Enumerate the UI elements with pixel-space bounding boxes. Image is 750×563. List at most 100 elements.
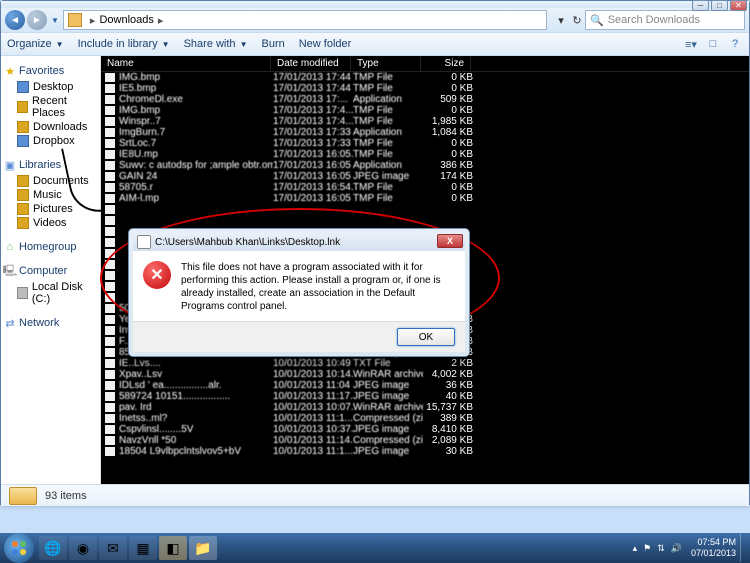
file-row[interactable]: IDLsd ' ea................alr.10/01/2013… bbox=[101, 380, 749, 391]
file-row[interactable]: IE..Lvs....10/01/2013 10:49TXT File2 KB bbox=[101, 358, 749, 369]
sidebar-item-videos[interactable]: Videos bbox=[3, 216, 98, 230]
file-date: 10/01/2013 10:49 bbox=[273, 358, 353, 369]
file-name: ImgBurn.7 bbox=[119, 127, 273, 138]
file-row[interactable] bbox=[101, 215, 749, 226]
file-row[interactable]: ImgBurn.717/01/2013 17:33Application1,08… bbox=[101, 127, 749, 138]
col-name[interactable]: Name bbox=[101, 56, 271, 71]
sidebar-homegroup-header[interactable]: ⌂Homegroup bbox=[3, 240, 98, 254]
dialog-titlebar[interactable]: C:\Users\Mahbub Khan\Links\Desktop.lnk X bbox=[133, 233, 465, 251]
system-tray[interactable]: ▴ ⚑ ⇅ 🔊 07:54 PM 07/01/2013 bbox=[630, 534, 746, 562]
file-row[interactable] bbox=[101, 204, 749, 215]
back-button[interactable]: ◄ bbox=[5, 10, 25, 30]
organize-button[interactable]: Organize▼ bbox=[7, 38, 64, 50]
dialog-message: This file does not have a program associ… bbox=[181, 261, 455, 313]
file-row[interactable]: Cspvlinsl........5V10/01/2013 10:37...JP… bbox=[101, 424, 749, 435]
file-row[interactable]: SrtLoc.717/01/2013 17:33TMP File0 KB bbox=[101, 138, 749, 149]
file-type: TMP File bbox=[353, 138, 423, 149]
status-bar: 93 items bbox=[1, 484, 749, 506]
sidebar-favorites-header[interactable]: ★Favorites bbox=[3, 64, 98, 78]
breadcrumb-chevron[interactable]: ▸ bbox=[158, 14, 164, 27]
forward-button[interactable]: ► bbox=[27, 10, 47, 30]
col-type[interactable]: Type bbox=[351, 56, 421, 71]
view-options-button[interactable]: ≡▾ bbox=[683, 36, 699, 52]
folder-icon bbox=[68, 13, 82, 27]
show-desktop-button[interactable] bbox=[740, 534, 746, 562]
help-button[interactable]: ? bbox=[727, 36, 743, 52]
history-dropdown[interactable]: ▼ bbox=[51, 16, 59, 25]
file-row[interactable]: 589724 10151.................10/01/2013 … bbox=[101, 391, 749, 402]
sidebar-network-header[interactable]: ⇄Network bbox=[3, 316, 98, 330]
tray-flag-icon[interactable]: ⚑ bbox=[643, 543, 651, 554]
file-icon bbox=[105, 205, 115, 214]
share-with-button[interactable]: Share with▼ bbox=[184, 38, 248, 50]
search-input[interactable]: 🔍 Search Downloads bbox=[585, 10, 745, 30]
file-row[interactable]: Xpav..Lsv10/01/2013 10:14...WinRAR archi… bbox=[101, 369, 749, 380]
breadcrumb-chevron[interactable]: ▸ bbox=[90, 14, 96, 27]
dialog-close-button[interactable]: X bbox=[437, 234, 463, 248]
sidebar-item-recent[interactable]: Recent Places bbox=[3, 94, 98, 120]
file-row[interactable]: IE8U.mp17/01/2013 16:05...TMP File0 KB bbox=[101, 149, 749, 160]
file-icon bbox=[105, 436, 115, 445]
file-type: TMP File bbox=[353, 182, 423, 193]
col-size[interactable]: Size bbox=[421, 56, 471, 71]
toolbar: Organize▼ Include in library▼ Share with… bbox=[1, 32, 749, 56]
taskbar-thunderbird[interactable]: ✉ bbox=[99, 536, 127, 560]
dropbox-icon bbox=[17, 135, 29, 147]
file-icon bbox=[105, 337, 115, 346]
minimize-button[interactable]: ─ bbox=[692, 0, 709, 11]
sidebar-computer-header[interactable]: 🖳Computer bbox=[3, 264, 98, 278]
new-folder-button[interactable]: New folder bbox=[299, 38, 352, 50]
dialog-ok-button[interactable]: OK bbox=[397, 328, 455, 346]
sidebar-item-localdisk[interactable]: Local Disk (C:) bbox=[3, 280, 98, 306]
file-row[interactable]: 18504 L9vlbpclntslvov5+bV10/01/2013 11:1… bbox=[101, 446, 749, 457]
clock-time: 07:54 PM bbox=[691, 537, 736, 548]
file-date: 17/01/2013 16:54... bbox=[273, 182, 353, 193]
taskbar-app1[interactable]: ◉ bbox=[69, 536, 97, 560]
tray-network-icon[interactable]: ⇅ bbox=[657, 543, 665, 554]
file-icon bbox=[105, 95, 115, 104]
file-row[interactable]: Suwv: c autodsp for ;ample obtr.om...17/… bbox=[101, 160, 749, 171]
file-row[interactable]: NavzVnll *5010/01/2013 11:14...Compresse… bbox=[101, 435, 749, 446]
sidebar-item-dropbox[interactable]: Dropbox bbox=[3, 134, 98, 148]
sidebar-item-pictures[interactable]: Pictures bbox=[3, 202, 98, 216]
taskbar-chrome[interactable]: 🌐 bbox=[39, 536, 67, 560]
file-row[interactable]: AIM-l.mp17/01/2013 16:05TMP File0 KB bbox=[101, 193, 749, 204]
file-name: Suwv: c autodsp for ;ample obtr.om... bbox=[119, 160, 273, 171]
file-type: Application bbox=[353, 94, 423, 105]
tray-volume-icon[interactable]: 🔊 bbox=[671, 543, 682, 554]
address-dropdown[interactable]: ▾ bbox=[553, 14, 569, 27]
file-row[interactable]: IMG.bmp17/01/2013 17:44TMP File0 KB bbox=[101, 72, 749, 83]
close-button[interactable]: ✕ bbox=[730, 0, 747, 11]
sidebar-libraries-header[interactable]: ▣Libraries bbox=[3, 158, 98, 172]
file-type: Application bbox=[353, 127, 423, 138]
file-row[interactable]: Winspr..717/01/2013 17:4...TMP File1,985… bbox=[101, 116, 749, 127]
file-row[interactable]: ChromeDl.exe17/01/2013 17:...Application… bbox=[101, 94, 749, 105]
file-row[interactable]: GAIN 24 17/01/2013 16:05JPEG image174 KB bbox=[101, 171, 749, 182]
start-button[interactable] bbox=[4, 533, 34, 563]
file-icon bbox=[105, 381, 115, 390]
sidebar-item-desktop[interactable]: Desktop bbox=[3, 80, 98, 94]
file-row[interactable]: Inetss..ml?10/01/2013 11:1...Compressed … bbox=[101, 413, 749, 424]
taskbar-app2[interactable]: ▦ bbox=[129, 536, 157, 560]
clock[interactable]: 07:54 PM 07/01/2013 bbox=[691, 537, 736, 559]
refresh-button[interactable]: ↻ bbox=[569, 14, 585, 27]
file-type: JPEG image bbox=[353, 446, 423, 457]
include-library-button[interactable]: Include in library▼ bbox=[78, 38, 170, 50]
col-date[interactable]: Date modified bbox=[271, 56, 351, 71]
file-row[interactable]: 58705.r17/01/2013 16:54...TMP File0 KB bbox=[101, 182, 749, 193]
preview-pane-button[interactable]: □ bbox=[705, 36, 721, 52]
taskbar-app3[interactable]: ◧ bbox=[159, 536, 187, 560]
sidebar-item-music[interactable]: Music bbox=[3, 188, 98, 202]
address-bar[interactable]: ▸ Downloads ▸ bbox=[63, 10, 547, 30]
taskbar-explorer[interactable]: 📁 bbox=[189, 536, 217, 560]
file-row[interactable]: IMG.bmp17/01/2013 17:4...TMP File0 KB bbox=[101, 105, 749, 116]
clock-date: 07/01/2013 bbox=[691, 548, 736, 559]
sidebar-item-downloads[interactable]: Downloads bbox=[3, 120, 98, 134]
maximize-button[interactable]: □ bbox=[711, 0, 728, 11]
file-row[interactable]: pav. Ird10/01/2013 10:07...WinRAR archiv… bbox=[101, 402, 749, 413]
file-row[interactable]: IE5.bmp17/01/2013 17:44TMP File0 KB bbox=[101, 83, 749, 94]
breadcrumb-current[interactable]: Downloads bbox=[99, 14, 153, 26]
burn-button[interactable]: Burn bbox=[261, 38, 284, 50]
sidebar-item-documents[interactable]: Documents bbox=[3, 174, 98, 188]
tray-expand-icon[interactable]: ▴ bbox=[633, 543, 638, 554]
